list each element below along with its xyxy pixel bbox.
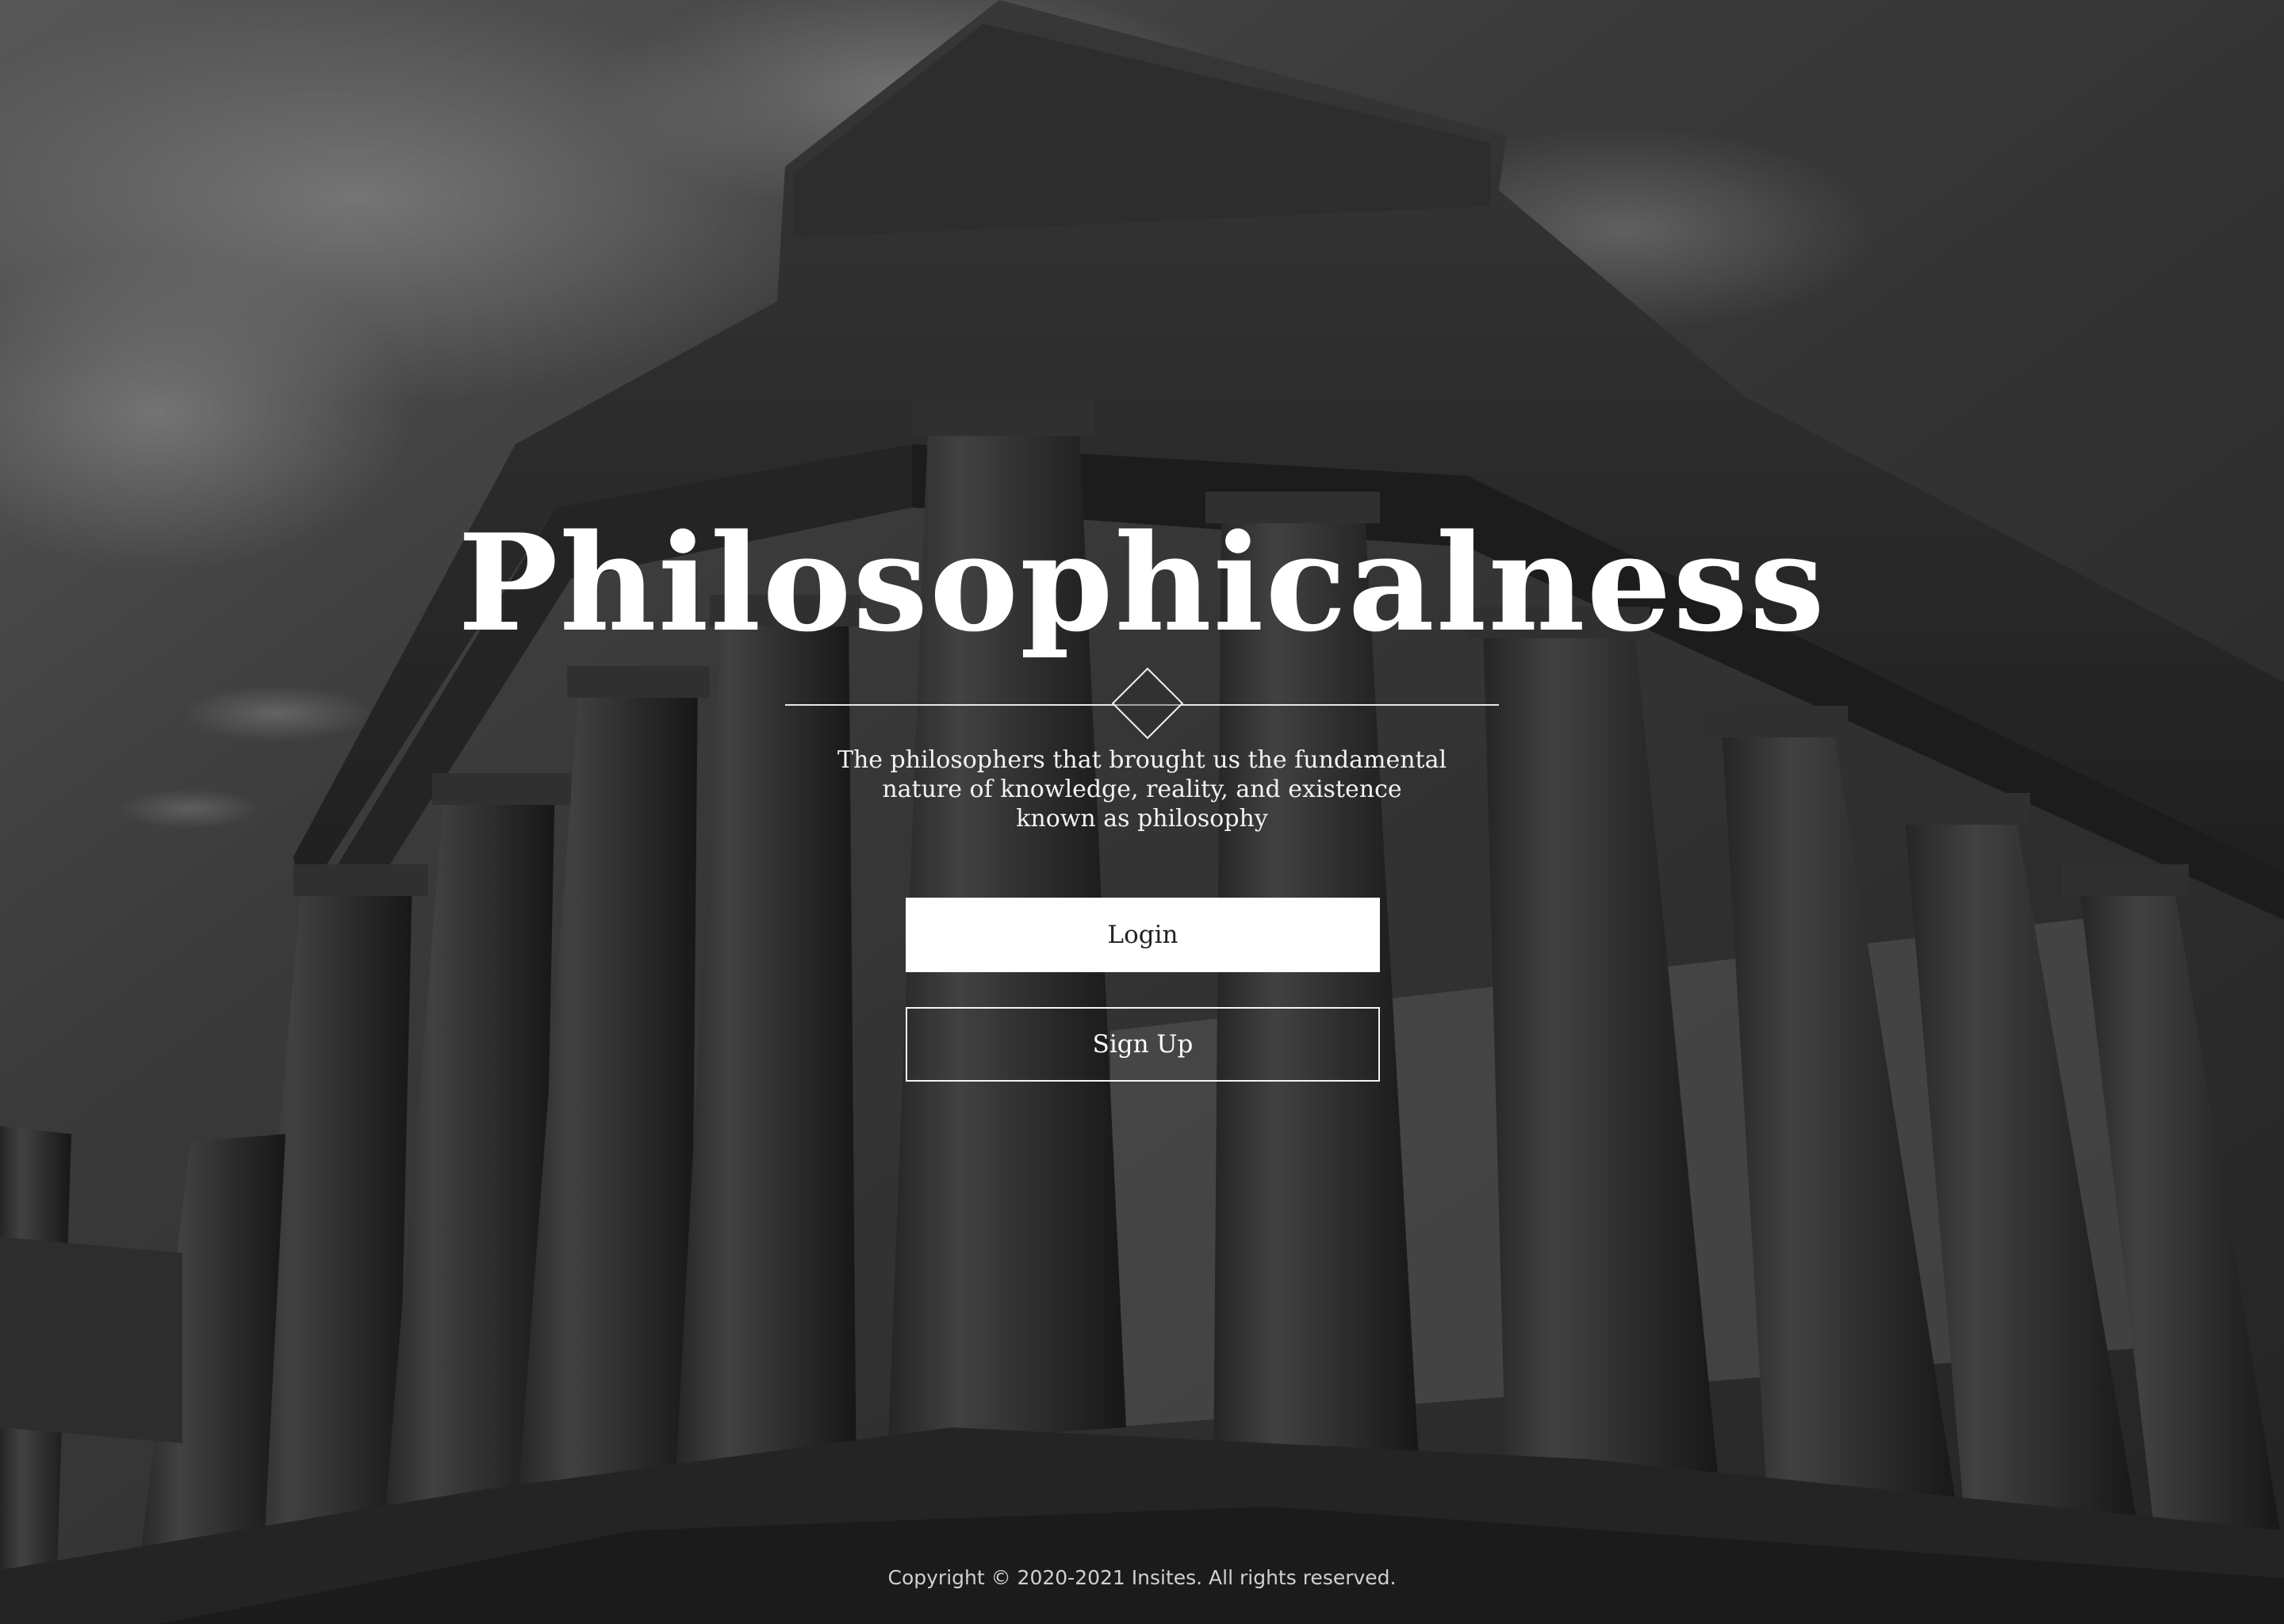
hero-subtitle: The philosophers that brought us the fun… bbox=[825, 745, 1459, 833]
diamond-ornament-icon bbox=[1111, 667, 1184, 740]
login-button[interactable]: Login bbox=[906, 898, 1380, 972]
hero-content: Philosophicalness The philosophers that … bbox=[0, 0, 2284, 1624]
signup-button-label: Sign Up bbox=[1092, 1030, 1194, 1059]
landing-page: Philosophicalness The philosophers that … bbox=[0, 0, 2284, 1624]
signup-button[interactable]: Sign Up bbox=[906, 1007, 1380, 1082]
subtitle-line: nature of knowledge, reality, and existe… bbox=[882, 776, 1402, 803]
subtitle-line: The philosophers that brought us the fun… bbox=[837, 746, 1447, 774]
page-title: Philosophicalness bbox=[458, 504, 1826, 661]
footer-copyright: Copyright © 2020-2021 Insites. All right… bbox=[887, 1566, 1397, 1589]
login-button-label: Login bbox=[1107, 921, 1178, 949]
subtitle-line: known as philosophy bbox=[1016, 805, 1268, 833]
